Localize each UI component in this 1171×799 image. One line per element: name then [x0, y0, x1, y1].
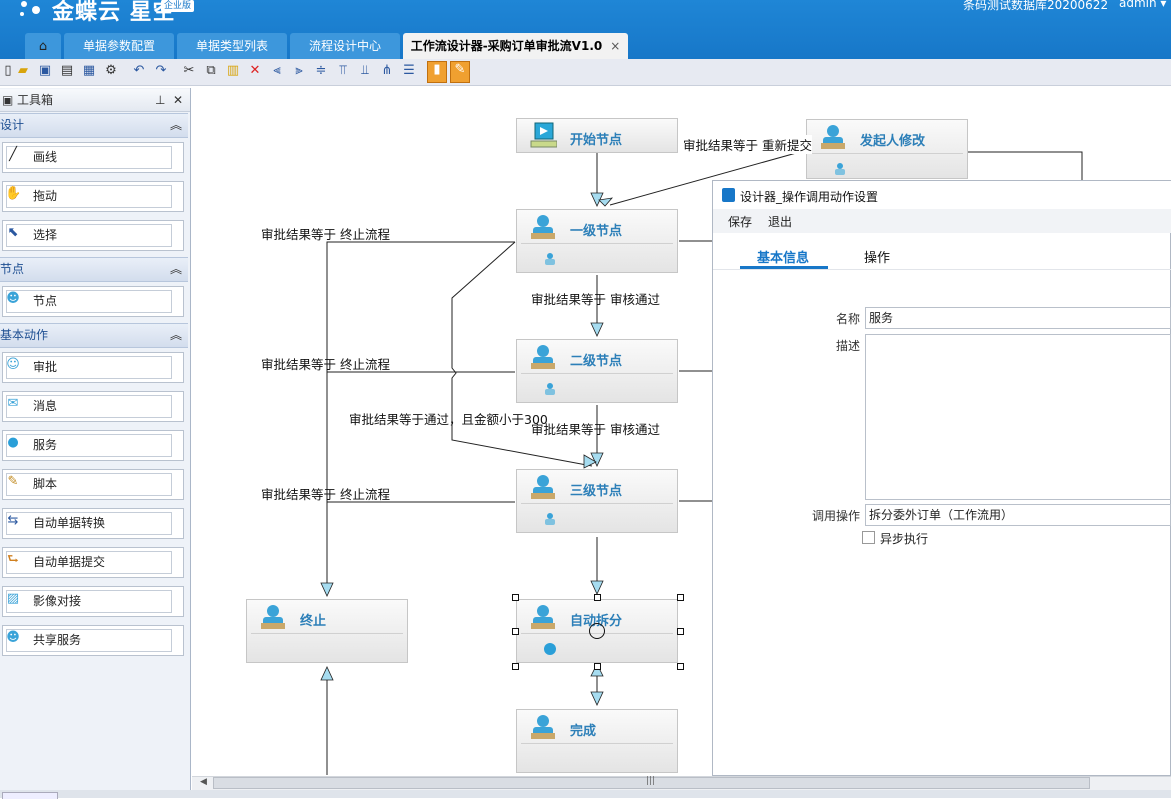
- approve-icon: [543, 512, 557, 526]
- node-level1[interactable]: 一级节点: [516, 209, 678, 273]
- node-start[interactable]: 开始节点: [516, 118, 678, 153]
- name-label: 名称: [835, 312, 860, 326]
- description-label: 描述: [835, 339, 860, 353]
- divider: [811, 153, 963, 154]
- edge-label-resubmit[interactable]: 审批结果等于 重新提交: [683, 135, 812, 154]
- edge-label-pass-amount[interactable]: 审批结果等于通过，且金额小于300: [349, 409, 548, 428]
- person-icon: [259, 603, 287, 629]
- resize-handle[interactable]: [512, 663, 519, 670]
- approve-icon: [833, 162, 847, 176]
- resize-handle[interactable]: [512, 594, 519, 601]
- node-terminate[interactable]: 终止: [246, 599, 408, 663]
- person-icon: [819, 123, 847, 149]
- dialog-save-button[interactable]: 保存: [728, 213, 752, 230]
- person-icon: [529, 343, 557, 369]
- grip-icon: |||: [646, 776, 656, 786]
- node-terminate-label: 终止: [300, 614, 327, 629]
- approve-icon: [543, 382, 557, 396]
- divider: [521, 743, 673, 744]
- resize-handle[interactable]: [594, 663, 601, 670]
- resize-handle[interactable]: [677, 663, 684, 670]
- start-icon: [529, 121, 558, 148]
- edge-label-terminate2[interactable]: 审批结果等于 终止流程: [261, 354, 390, 373]
- edge-label-pass1[interactable]: 审批结果等于 审核通过: [531, 289, 660, 308]
- invoke-operation-select[interactable]: 拆分委外订单（工作流用）: [865, 504, 1171, 526]
- node-level2-label: 二级节点: [570, 354, 623, 369]
- node-level2[interactable]: 二级节点: [516, 339, 678, 403]
- approve-icon: [543, 252, 557, 266]
- person-icon: [529, 213, 557, 239]
- divider: [521, 503, 673, 504]
- divider: [521, 243, 673, 244]
- node-start-label: 开始节点: [570, 133, 623, 148]
- status-bar: [0, 790, 1171, 798]
- node-level3-label: 三级节点: [570, 484, 623, 499]
- node-complete-label: 完成: [570, 724, 597, 739]
- name-input[interactable]: 服务: [865, 307, 1171, 329]
- node-level3[interactable]: 三级节点: [516, 469, 678, 533]
- globe-icon: [543, 642, 557, 656]
- resize-handle[interactable]: [677, 594, 684, 601]
- node-level1-label: 一级节点: [570, 224, 623, 239]
- invoke-operation-label: 调用操作: [811, 509, 860, 523]
- dialog-title: 设计器_操作调用动作设置: [740, 190, 879, 204]
- dialog-menubar: 保存 退出: [713, 209, 1171, 233]
- edge-label-pass2[interactable]: 审批结果等于 审核通过: [531, 419, 660, 438]
- edge-label-terminate3[interactable]: 审批结果等于 终止流程: [261, 484, 390, 503]
- dialog-exit-button[interactable]: 退出: [768, 213, 792, 230]
- node-complete[interactable]: 完成: [516, 709, 678, 773]
- dialog-header: 设计器_操作调用动作设置: [713, 181, 1171, 209]
- resize-handle[interactable]: [594, 594, 601, 601]
- tab-divider: [713, 269, 1171, 270]
- person-icon: [529, 473, 557, 499]
- async-checkbox[interactable]: [862, 531, 875, 544]
- dialog-icon: [722, 188, 735, 202]
- resize-handle[interactable]: [677, 628, 684, 635]
- tab-basic-info[interactable]: 基本信息: [757, 247, 809, 266]
- tab-operation[interactable]: 操作: [864, 247, 890, 266]
- person-icon: [529, 603, 557, 629]
- scroll-left-icon[interactable]: ◀: [200, 777, 207, 787]
- edge-label-terminate1[interactable]: 审批结果等于 终止流程: [261, 224, 390, 243]
- node-initiator-edit[interactable]: 发起人修改: [806, 119, 968, 179]
- person-icon: [529, 713, 557, 739]
- rotate-handle[interactable]: [589, 623, 605, 639]
- node-initiator-edit-label: 发起人修改: [860, 134, 926, 149]
- divider: [521, 373, 673, 374]
- divider: [251, 633, 403, 634]
- async-label: 异步执行: [880, 532, 929, 546]
- description-textarea[interactable]: [865, 334, 1171, 500]
- resize-handle[interactable]: [512, 628, 519, 635]
